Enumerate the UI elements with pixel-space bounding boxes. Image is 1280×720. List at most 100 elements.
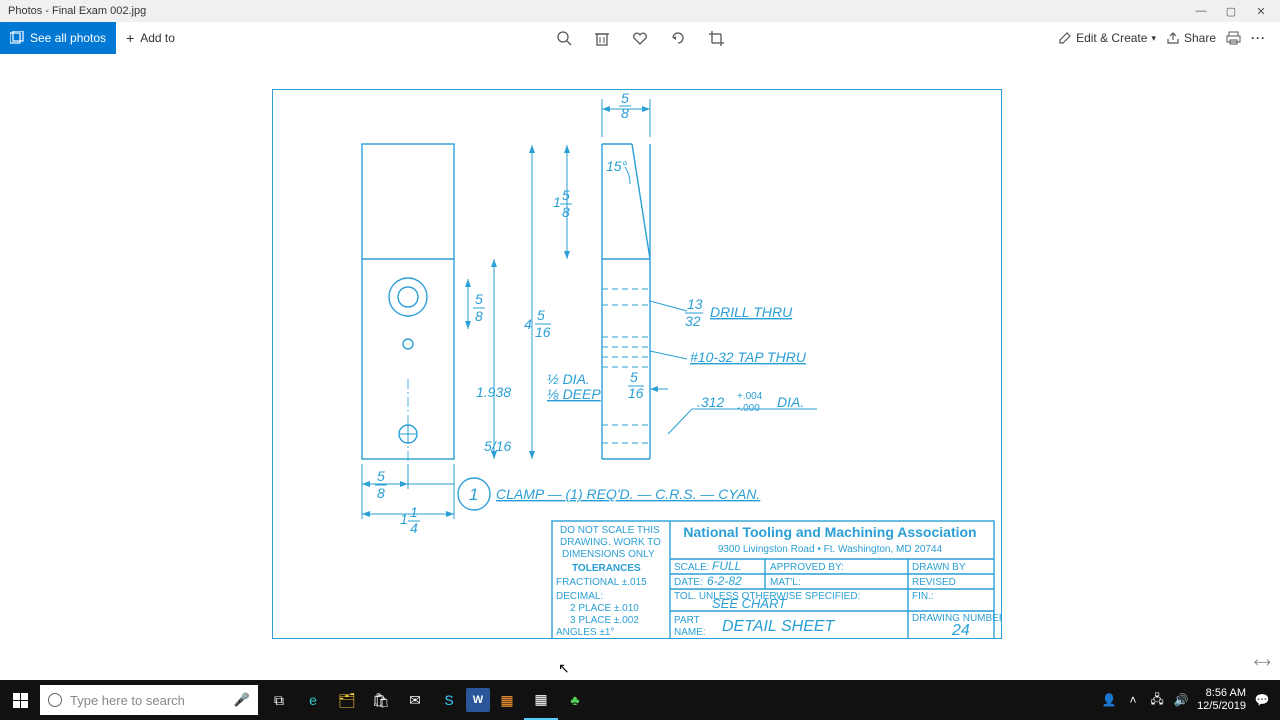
rotate-icon[interactable] bbox=[670, 30, 686, 46]
window-controls: — ▢ ✕ bbox=[1186, 1, 1276, 21]
see-all-label: See all photos bbox=[30, 31, 106, 45]
network-icon[interactable]: 🖧 bbox=[1149, 692, 1165, 708]
crop-icon[interactable] bbox=[708, 30, 724, 46]
print-button[interactable] bbox=[1226, 31, 1241, 45]
taskbar-search[interactable]: Type here to search 🎤 bbox=[40, 685, 258, 715]
svg-text:1: 1 bbox=[410, 504, 418, 520]
delete-icon[interactable] bbox=[594, 30, 610, 46]
svg-text:National Tooling and Machining: National Tooling and Machining Associati… bbox=[683, 524, 976, 540]
mail-icon[interactable]: ✉ bbox=[398, 680, 432, 720]
file-explorer-icon[interactable]: 🗂 bbox=[330, 680, 364, 720]
system-tray: 👤 ˄ 🖧 🔊 8:56 AM 12/5/2019 💬 bbox=[1101, 680, 1280, 720]
app-icon-1[interactable]: ▦ bbox=[490, 680, 524, 720]
photos-app-icon[interactable]: ▦ bbox=[524, 680, 558, 720]
skype-icon[interactable]: S bbox=[432, 680, 466, 720]
svg-text:3 PLACE ±.002: 3 PLACE ±.002 bbox=[570, 615, 639, 626]
svg-text:DECIMAL:: DECIMAL: bbox=[556, 591, 603, 602]
photo-canvas[interactable]: 5 8 1.938 5 8 15° 1 5 8 4 5 16 ½ DIA. ⅛ … bbox=[0, 54, 1280, 680]
plus-icon: + bbox=[126, 30, 134, 46]
tray-date: 12/5/2019 bbox=[1197, 700, 1246, 713]
svg-text:DRAWING. WORK TO: DRAWING. WORK TO bbox=[560, 537, 661, 548]
svg-text:24: 24 bbox=[951, 622, 970, 639]
cortana-icon bbox=[48, 693, 62, 707]
see-all-photos-button[interactable]: See all photos bbox=[0, 22, 116, 54]
mic-icon[interactable]: 🎤 bbox=[234, 692, 250, 708]
svg-text:MAT'L:: MAT'L: bbox=[770, 577, 801, 588]
chevron-down-icon: ▾ bbox=[1151, 33, 1156, 44]
collection-icon bbox=[10, 31, 24, 45]
tray-chevron-icon[interactable]: ˄ bbox=[1125, 692, 1141, 708]
svg-text:6-2-82: 6-2-82 bbox=[707, 574, 742, 588]
task-view-icon[interactable]: ⧉ bbox=[262, 680, 296, 720]
svg-text:15°: 15° bbox=[606, 158, 628, 174]
svg-text:FIN.:: FIN.: bbox=[912, 591, 934, 602]
svg-text:1.938: 1.938 bbox=[476, 384, 511, 400]
svg-text:16: 16 bbox=[628, 385, 644, 401]
svg-text:PART: PART bbox=[674, 615, 700, 626]
svg-text:8: 8 bbox=[562, 204, 570, 220]
edge-icon[interactable]: e bbox=[296, 680, 330, 720]
zoom-icon[interactable] bbox=[556, 30, 572, 46]
app-icon-2[interactable]: ♣ bbox=[558, 680, 592, 720]
svg-text:DO NOT SCALE THIS: DO NOT SCALE THIS bbox=[560, 525, 660, 536]
svg-text:+.004: +.004 bbox=[737, 391, 763, 402]
svg-text:REVISED: REVISED bbox=[912, 577, 956, 588]
svg-text:DRILL THRU: DRILL THRU bbox=[710, 304, 793, 320]
svg-text:1: 1 bbox=[553, 194, 561, 210]
close-button[interactable]: ✕ bbox=[1246, 1, 1276, 21]
volume-icon[interactable]: 🔊 bbox=[1173, 692, 1189, 708]
svg-text:1: 1 bbox=[400, 511, 408, 527]
svg-text:5/16: 5/16 bbox=[484, 438, 511, 454]
store-icon[interactable]: 🛍 bbox=[364, 680, 398, 720]
svg-text:5: 5 bbox=[475, 291, 483, 307]
svg-text:-.000: -.000 bbox=[737, 403, 760, 414]
favorite-icon[interactable] bbox=[632, 30, 648, 46]
svg-text:DIA.: DIA. bbox=[777, 394, 804, 410]
more-button[interactable]: ··· bbox=[1251, 31, 1266, 45]
svg-text:5: 5 bbox=[377, 468, 385, 484]
svg-text:8: 8 bbox=[621, 105, 629, 121]
window-title: Photos - Final Exam 002.jpg bbox=[8, 5, 1186, 17]
word-icon[interactable]: W bbox=[466, 688, 490, 712]
share-label: Share bbox=[1184, 31, 1216, 45]
svg-text:CLAMP — (1) REQ'D. — C.R.S. —: CLAMP — (1) REQ'D. — C.R.S. — CYAN. bbox=[496, 486, 760, 502]
svg-text:13: 13 bbox=[687, 296, 703, 312]
svg-text:#10-32 TAP THRU: #10-32 TAP THRU bbox=[690, 349, 807, 365]
svg-text:FRACTIONAL ±.015: FRACTIONAL ±.015 bbox=[556, 577, 647, 588]
tray-time: 8:56 AM bbox=[1197, 687, 1246, 700]
svg-text:5: 5 bbox=[621, 90, 629, 106]
add-to-button[interactable]: + Add to bbox=[116, 30, 185, 46]
svg-text:SCALE:: SCALE: bbox=[674, 562, 710, 573]
edit-create-button[interactable]: Edit & Create ▾ bbox=[1058, 31, 1156, 45]
svg-text:APPROVED BY:: APPROVED BY: bbox=[770, 562, 844, 573]
svg-text:32: 32 bbox=[685, 313, 701, 329]
people-icon[interactable]: 👤 bbox=[1101, 692, 1117, 708]
svg-text:½ DIA.: ½ DIA. bbox=[547, 371, 590, 387]
add-to-label: Add to bbox=[140, 31, 175, 45]
svg-text:5: 5 bbox=[562, 187, 570, 203]
maximize-button[interactable]: ▢ bbox=[1216, 1, 1246, 21]
edit-icon bbox=[1058, 31, 1072, 45]
svg-text:1: 1 bbox=[469, 485, 478, 504]
svg-text:SEE CHART: SEE CHART bbox=[712, 596, 787, 611]
svg-text:FULL: FULL bbox=[712, 559, 741, 573]
windows-icon bbox=[13, 693, 28, 708]
svg-text:5: 5 bbox=[537, 307, 545, 323]
svg-text:DIMENSIONS ONLY: DIMENSIONS ONLY bbox=[562, 549, 655, 560]
clock[interactable]: 8:56 AM 12/5/2019 bbox=[1197, 687, 1246, 713]
notifications-icon[interactable]: 💬 bbox=[1254, 692, 1270, 708]
svg-text:4: 4 bbox=[524, 316, 532, 332]
center-tools bbox=[556, 30, 724, 46]
title-block: DO NOT SCALE THIS DRAWING. WORK TO DIMEN… bbox=[552, 521, 1002, 639]
share-icon bbox=[1166, 31, 1180, 45]
share-button[interactable]: Share bbox=[1166, 31, 1216, 45]
svg-text:16: 16 bbox=[535, 324, 551, 340]
svg-text:8: 8 bbox=[475, 308, 483, 324]
start-button[interactable] bbox=[0, 680, 40, 720]
minimize-button[interactable]: — bbox=[1186, 1, 1216, 21]
svg-text:DATE:: DATE: bbox=[674, 577, 703, 588]
svg-text:NAME:: NAME: bbox=[674, 627, 706, 638]
title-bar: Photos - Final Exam 002.jpg — ▢ ✕ bbox=[0, 0, 1280, 22]
svg-text:2 PLACE ±.010: 2 PLACE ±.010 bbox=[570, 603, 639, 614]
taskbar: Type here to search 🎤 ⧉ e 🗂 🛍 ✉ S W ▦ ▦ … bbox=[0, 680, 1280, 720]
